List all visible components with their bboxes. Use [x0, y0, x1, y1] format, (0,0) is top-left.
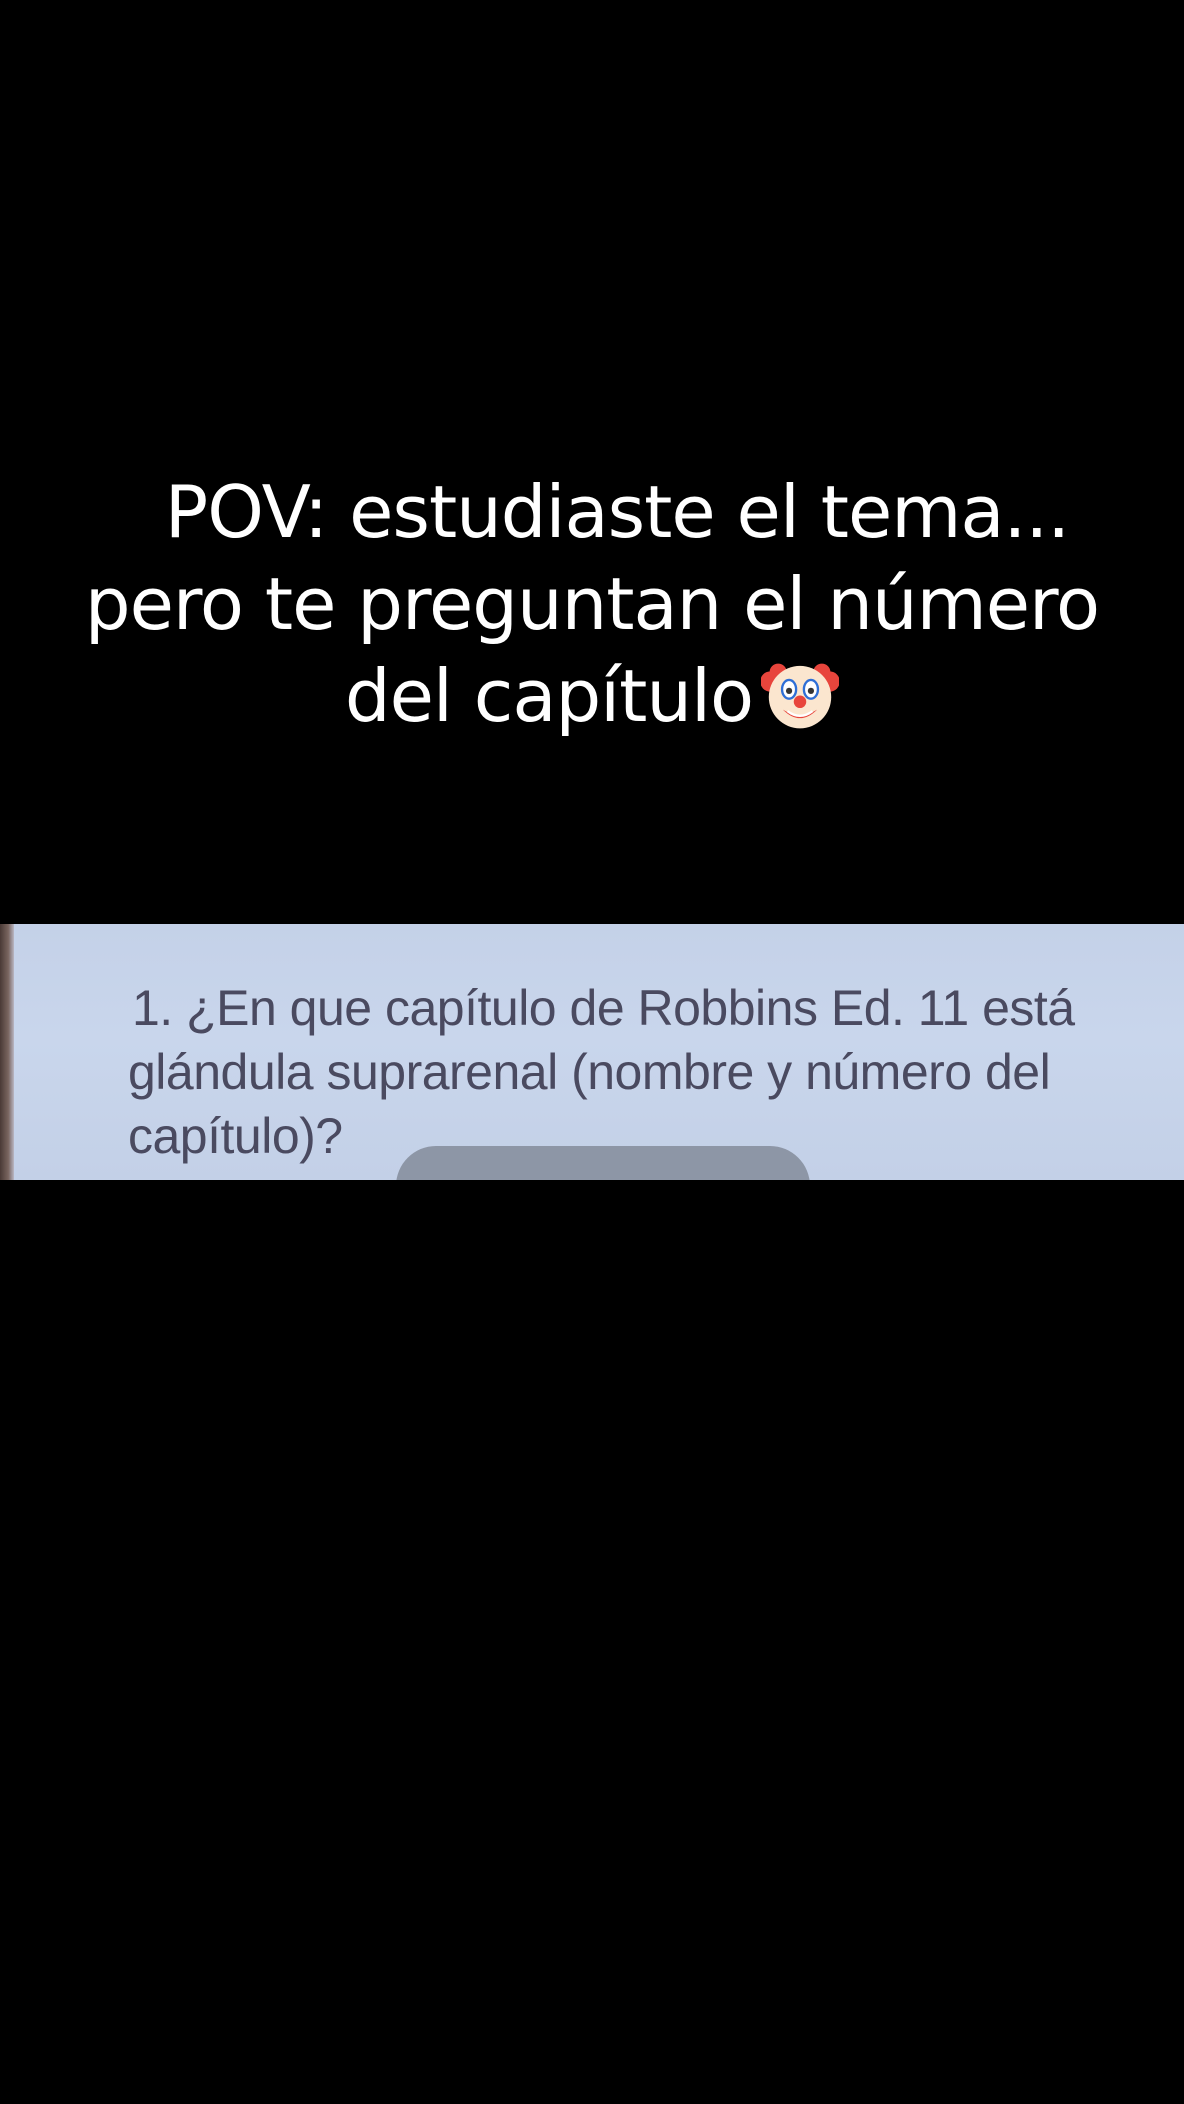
- caption-line-1: POV: estudiaste el tema...: [164, 470, 1070, 554]
- caption-line-3: del capítulo: [344, 654, 754, 738]
- photo-frame-edge: [0, 924, 14, 1180]
- caption-line-2: pero te preguntan el número: [84, 562, 1100, 646]
- caption-line-3-wrap: del capítulo: [0, 650, 1184, 742]
- blurred-pill-shape: [396, 1146, 810, 1180]
- photo-of-exam-question: 1. ¿En que capítulo de Robbins Ed. 11 es…: [0, 924, 1184, 1180]
- question-line-2: glándula suprarenal (nombre y número del: [128, 1044, 1051, 1100]
- exam-question-text: 1. ¿En que capítulo de Robbins Ed. 11 es…: [128, 976, 1168, 1168]
- video-caption: POV: estudiaste el tema... pero te pregu…: [0, 466, 1184, 742]
- clown-face-icon: [761, 663, 840, 729]
- question-line-1: 1. ¿En que capítulo de Robbins Ed. 11 es…: [132, 980, 1075, 1036]
